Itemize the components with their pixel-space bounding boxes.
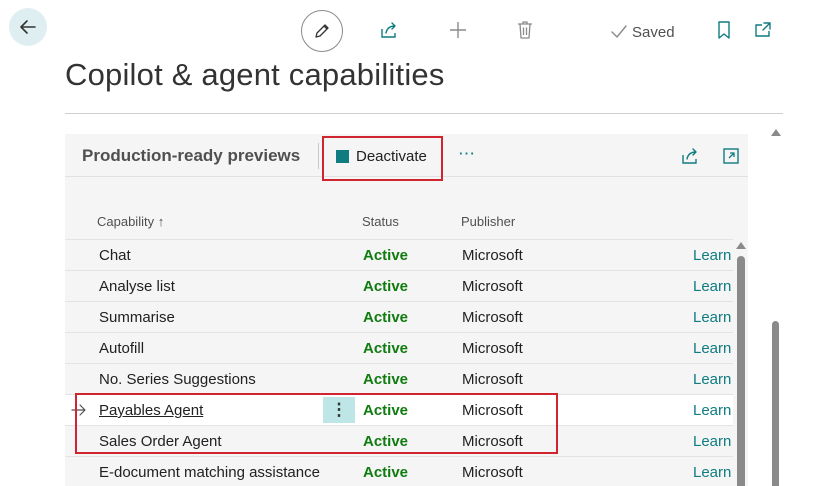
- learn-link[interactable]: Learn: [693, 247, 731, 264]
- capability-cell[interactable]: Chat: [99, 247, 131, 264]
- learn-link[interactable]: Learn: [693, 433, 731, 450]
- learn-link[interactable]: Learn: [693, 371, 731, 388]
- saved-label: Saved: [632, 23, 675, 41]
- learn-link[interactable]: Learn: [693, 309, 731, 326]
- column-header-publisher[interactable]: Publisher: [461, 214, 515, 229]
- highlight-box-deactivate: [322, 136, 443, 181]
- page-title: Copilot & agent capabilities: [65, 57, 445, 92]
- capability-cell[interactable]: No. Series Suggestions: [99, 371, 256, 388]
- table-row[interactable]: Analyse list Active Microsoft Learn: [65, 270, 733, 301]
- expand-icon: [723, 148, 739, 164]
- column-header-status[interactable]: Status: [362, 214, 399, 229]
- status-cell: Active: [363, 340, 409, 357]
- capability-cell[interactable]: E-document matching assistance: [99, 464, 320, 481]
- publisher-cell: Microsoft: [462, 278, 523, 295]
- publisher-cell: Microsoft: [462, 371, 523, 388]
- publisher-cell: Microsoft: [462, 247, 523, 264]
- status-cell: Active: [363, 371, 409, 388]
- share-button[interactable]: [376, 17, 402, 43]
- list-scrollbar-thumb[interactable]: [737, 256, 745, 486]
- plus-icon: [450, 22, 466, 38]
- column-header-capability[interactable]: Capability ↑: [97, 214, 164, 229]
- publisher-cell: Microsoft: [462, 340, 523, 357]
- table-row[interactable]: Summarise Active Microsoft Learn: [65, 301, 733, 332]
- learn-link[interactable]: Learn: [693, 340, 731, 357]
- part-title[interactable]: Production-ready previews: [82, 146, 300, 166]
- part-share-button[interactable]: [677, 143, 703, 169]
- list-scroll-up-arrow[interactable]: [736, 242, 746, 249]
- table-row[interactable]: Autofill Active Microsoft Learn: [65, 332, 733, 363]
- table-row[interactable]: E-document matching assistance Active Mi…: [65, 456, 733, 486]
- share-icon: [381, 22, 396, 38]
- open-in-new-window-icon: [755, 22, 771, 37]
- arrow-left-icon: [20, 20, 36, 34]
- edit-button[interactable]: [301, 10, 343, 52]
- part-header-separator: [318, 143, 319, 169]
- capability-cell[interactable]: Analyse list: [99, 278, 175, 295]
- open-new-window-button[interactable]: [750, 17, 776, 43]
- new-button[interactable]: [445, 17, 471, 43]
- saved-status: Saved: [610, 21, 675, 43]
- status-cell: Active: [363, 247, 409, 264]
- pencil-icon: [315, 24, 329, 38]
- page-scrollbar-thumb[interactable]: [772, 321, 779, 486]
- learn-link[interactable]: Learn: [693, 278, 731, 295]
- publisher-cell: Microsoft: [462, 309, 523, 326]
- trash-icon: [518, 21, 532, 39]
- capability-cell[interactable]: Autofill: [99, 340, 144, 357]
- status-cell: Active: [363, 464, 409, 481]
- delete-button[interactable]: [512, 17, 538, 43]
- status-cell: Active: [363, 278, 409, 295]
- page-scroll-up-arrow[interactable]: [771, 129, 781, 136]
- publisher-cell: Microsoft: [462, 464, 523, 481]
- bookmark-button[interactable]: [711, 17, 737, 43]
- learn-link[interactable]: Learn: [693, 402, 731, 419]
- checkmark-icon: [611, 25, 627, 38]
- learn-link[interactable]: Learn: [693, 464, 731, 481]
- share-icon: [682, 148, 697, 164]
- more-options-button[interactable]: ⋯: [458, 144, 476, 164]
- table-row[interactable]: No. Series Suggestions Active Microsoft …: [65, 363, 733, 394]
- part-expand-button[interactable]: [718, 143, 744, 169]
- back-button[interactable]: [9, 8, 47, 46]
- title-divider: [65, 113, 783, 114]
- highlight-box-agent-rows: [75, 393, 558, 454]
- table-row[interactable]: Chat Active Microsoft Learn: [65, 239, 733, 270]
- bookmark-icon: [718, 21, 730, 39]
- status-cell: Active: [363, 309, 409, 326]
- capability-cell[interactable]: Summarise: [99, 309, 175, 326]
